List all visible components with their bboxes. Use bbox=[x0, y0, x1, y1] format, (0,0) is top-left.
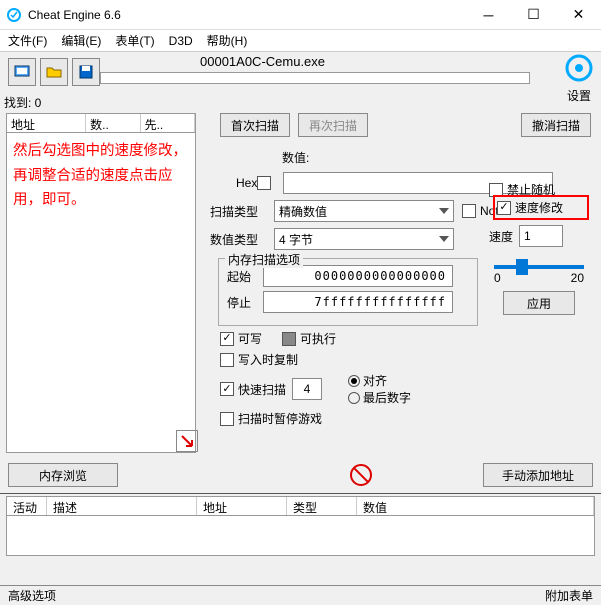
th-addr[interactable]: 地址 bbox=[197, 497, 287, 515]
forbidden-icon[interactable] bbox=[350, 464, 372, 486]
hex-label: Hex bbox=[236, 176, 257, 190]
annotation-text: 然后勾选图中的速度修改，再调整合适的速度点击应用，即可。 bbox=[13, 139, 189, 213]
apply-button[interactable]: 应用 bbox=[503, 291, 575, 315]
settings-label[interactable]: 设置 bbox=[563, 87, 595, 104]
speed-label: 速度 bbox=[489, 228, 513, 245]
first-scan-button[interactable]: 首次扫描 bbox=[220, 113, 290, 137]
start-label: 起始 bbox=[227, 268, 263, 285]
minimize-button[interactable]: ─ bbox=[466, 0, 511, 30]
speedhack-highlight: 速度修改 bbox=[493, 195, 589, 220]
value-label: 数值: bbox=[282, 149, 309, 166]
th-val[interactable]: 数值 bbox=[357, 497, 594, 515]
result-list[interactable]: 然后勾选图中的速度修改，再调整合适的速度点击应用，即可。 bbox=[6, 133, 196, 453]
hex-checkbox[interactable] bbox=[257, 176, 271, 190]
menu-edit[interactable]: 编辑(E) bbox=[61, 32, 101, 49]
progress-bar bbox=[100, 72, 530, 84]
scan-type-dropdown[interactable]: 精确数值 bbox=[274, 200, 454, 222]
th-type[interactable]: 类型 bbox=[287, 497, 357, 515]
table-extras[interactable]: 附加表单 bbox=[545, 587, 593, 604]
cow-checkbox[interactable] bbox=[220, 353, 234, 367]
menu-file[interactable]: 文件(F) bbox=[8, 32, 47, 49]
lastdigit-radio[interactable] bbox=[348, 392, 360, 404]
result-list-header: 地址 数.. 先.. bbox=[6, 113, 196, 133]
speed-input[interactable] bbox=[519, 225, 563, 247]
fast-scan-input[interactable] bbox=[292, 378, 322, 400]
memory-options-legend: 内存扫描选项 bbox=[225, 251, 303, 268]
th-desc[interactable]: 描述 bbox=[47, 497, 197, 515]
menu-help[interactable]: 帮助(H) bbox=[207, 32, 248, 49]
maximize-button[interactable]: ☐ bbox=[511, 0, 556, 30]
col-address[interactable]: 地址 bbox=[7, 114, 86, 132]
pause-checkbox[interactable] bbox=[220, 412, 234, 426]
menu-d3d[interactable]: D3D bbox=[169, 34, 193, 48]
executable-checkbox[interactable] bbox=[282, 332, 296, 346]
app-icon bbox=[6, 7, 22, 23]
undo-scan-button[interactable]: 撤消扫描 bbox=[521, 113, 591, 137]
writable-checkbox[interactable] bbox=[220, 332, 234, 346]
col-previous[interactable]: 先.. bbox=[141, 114, 195, 132]
add-to-list-button[interactable] bbox=[176, 430, 198, 452]
fast-scan-checkbox[interactable] bbox=[220, 382, 234, 396]
value-type-dropdown[interactable]: 4 字节 bbox=[274, 228, 454, 250]
scan-type-label: 扫描类型 bbox=[210, 203, 274, 220]
address-table-header: 活动 描述 地址 类型 数值 bbox=[6, 496, 595, 516]
stop-address-input[interactable] bbox=[263, 291, 453, 313]
open-file-button[interactable] bbox=[40, 58, 68, 86]
save-button[interactable] bbox=[72, 58, 100, 86]
add-address-button[interactable]: 手动添加地址 bbox=[483, 463, 593, 487]
stop-label: 停止 bbox=[227, 294, 263, 311]
th-active[interactable]: 活动 bbox=[7, 497, 47, 515]
window-title: Cheat Engine 6.6 bbox=[28, 8, 466, 22]
speedhack-checkbox[interactable] bbox=[497, 201, 511, 215]
open-process-button[interactable] bbox=[8, 58, 36, 86]
advanced-options[interactable]: 高级选项 bbox=[8, 587, 56, 604]
not-checkbox[interactable] bbox=[462, 204, 476, 218]
process-name: 00001A0C-Cemu.exe bbox=[200, 54, 325, 69]
align-radio[interactable] bbox=[348, 375, 360, 387]
memory-scan-options: 内存扫描选项 起始 停止 bbox=[218, 258, 478, 326]
memory-browse-button[interactable]: 内存浏览 bbox=[8, 463, 118, 487]
start-address-input[interactable] bbox=[263, 265, 453, 287]
value-type-label: 数值类型 bbox=[210, 231, 274, 248]
found-count: 找到: 0 bbox=[0, 94, 601, 111]
menu-table[interactable]: 表单(T) bbox=[115, 32, 154, 49]
address-table[interactable] bbox=[6, 516, 595, 556]
close-button[interactable]: ✕ bbox=[556, 0, 601, 30]
speed-slider[interactable] bbox=[494, 265, 584, 269]
settings-icon[interactable] bbox=[563, 52, 595, 84]
next-scan-button: 再次扫描 bbox=[298, 113, 368, 137]
col-value[interactable]: 数.. bbox=[86, 114, 140, 132]
